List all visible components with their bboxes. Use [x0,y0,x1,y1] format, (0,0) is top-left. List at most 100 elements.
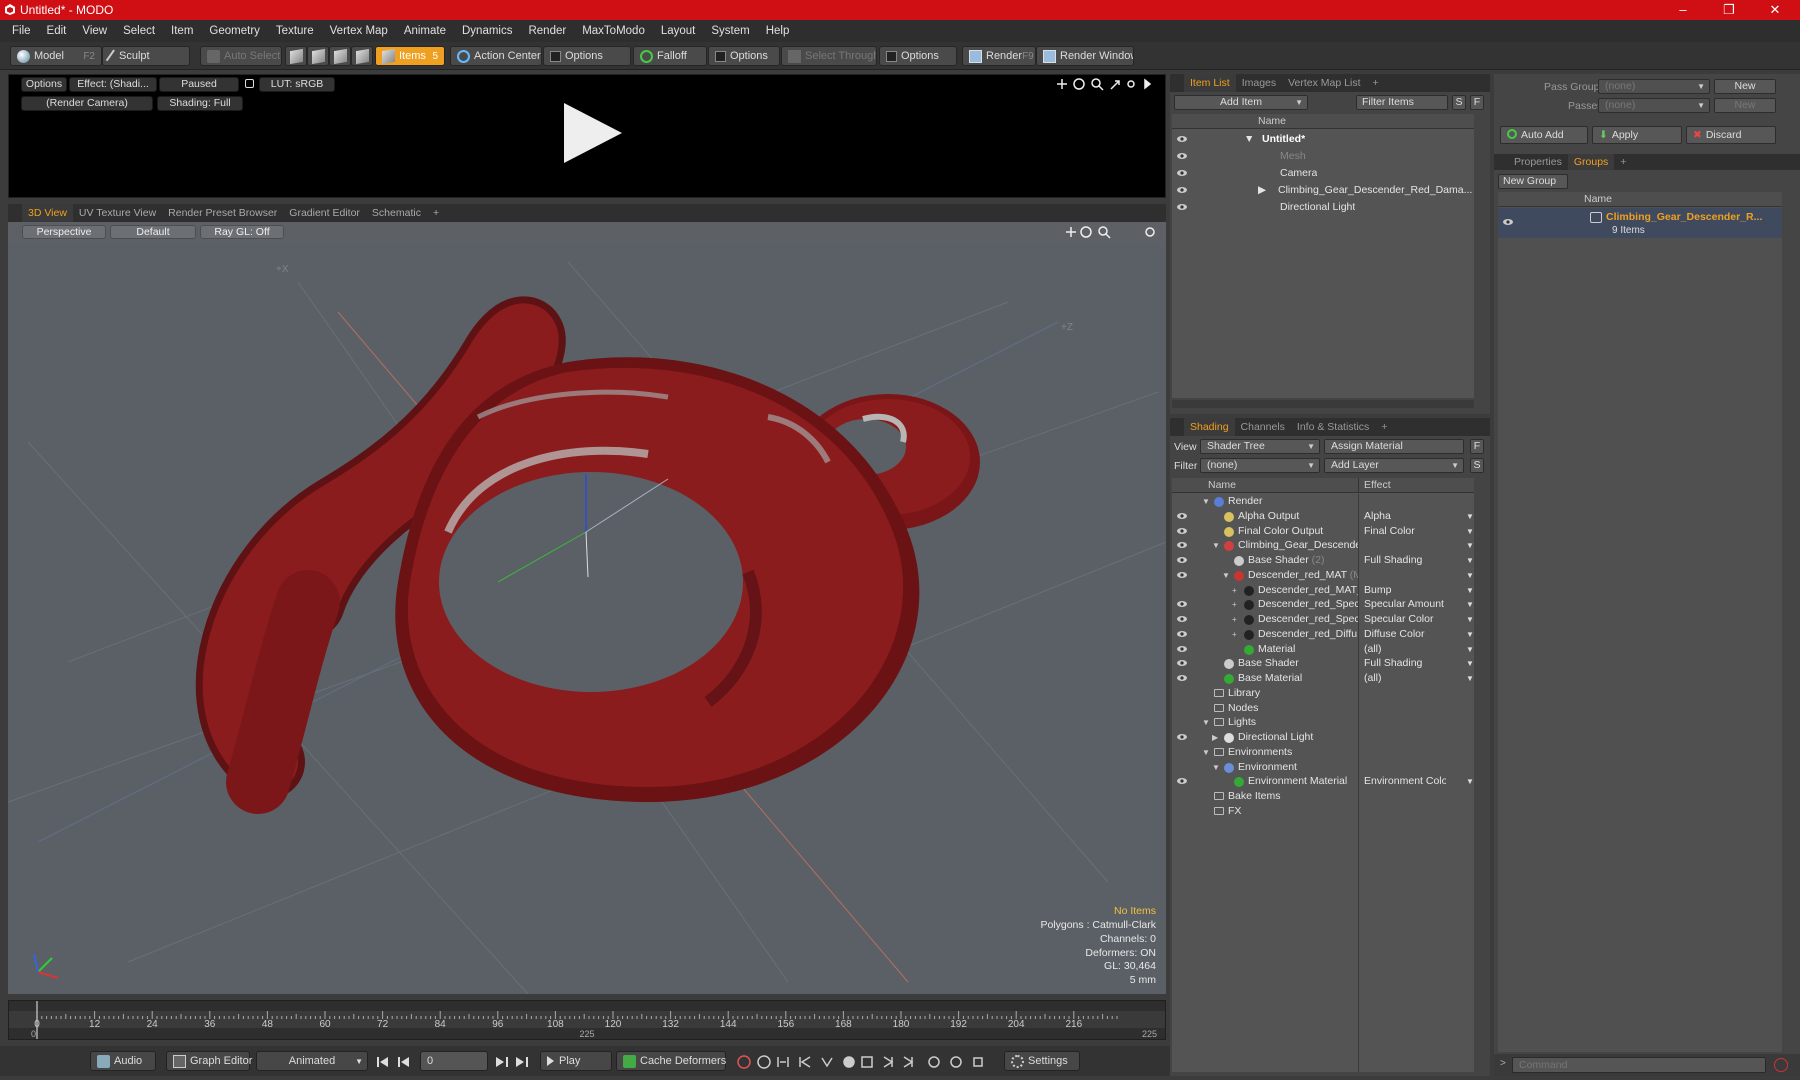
menu-animate[interactable]: Animate [396,25,454,37]
items-mode-button[interactable]: Items 5 [375,46,445,66]
minimize-button[interactable]: – [1660,0,1706,20]
chevron-down-icon[interactable]: ▼ [1466,524,1474,539]
eye-icon[interactable] [1176,658,1188,668]
eye-icon[interactable] [1176,202,1188,212]
shader-row[interactable]: Library [1172,686,1474,701]
eye-icon[interactable] [1176,673,1188,683]
shader-row[interactable]: ▼ Descender_red_MAT (M... ▼ [1172,568,1474,583]
falloff-options-button[interactable]: Options [708,46,780,66]
eye-icon[interactable] [1176,511,1188,521]
shader-row[interactable]: + Descender_red_MAT_... Bump ▼ [1172,583,1474,598]
shader-row[interactable]: + Descender_red_Diffu ... Diffuse Color ▼ [1172,627,1474,642]
menu-select[interactable]: Select [115,25,163,37]
expand-arrow-icon[interactable]: ▶ [1258,182,1266,199]
shader-row[interactable]: ▼ Environments [1172,745,1474,760]
timeline[interactable]: 0 12 24 36 48 60 72 84 96 108 120 132 144 156 168 180 19… [8,1000,1166,1040]
command-input[interactable] [1512,1057,1766,1073]
assign-material-button[interactable]: Assign Material [1324,439,1464,454]
shader-row[interactable]: Environment Material Environment Color ▼ [1172,774,1474,789]
tab-images[interactable]: Images [1236,74,1282,92]
passes-dropdown[interactable]: (none) ▼ [1598,98,1710,113]
expand-arrow-icon[interactable]: + [1232,612,1237,627]
chevron-down-icon[interactable]: ▼ [1466,538,1474,553]
shader-row[interactable]: Bake Items [1172,789,1474,804]
chevron-down-icon[interactable]: ▼ [1466,597,1474,612]
materials-mode-button[interactable] [351,46,373,66]
menu-vertex-map[interactable]: Vertex Map [322,25,396,37]
add-tab-button[interactable]: + [427,204,445,222]
s-toggle-button[interactable]: S [1452,95,1466,110]
close-button[interactable]: ✕ [1752,0,1798,20]
chevron-down-icon[interactable]: ▼ [1466,671,1474,686]
tab-shading[interactable]: Shading [1184,418,1235,436]
tab-gradient-editor[interactable]: Gradient Editor [283,204,366,222]
expand-arrow-icon[interactable]: ▼ [1202,494,1210,509]
expand-arrow-icon[interactable]: + [1232,597,1237,612]
tab-channels[interactable]: Channels [1235,418,1291,436]
expand-arrow-icon[interactable]: ▼ [1212,760,1220,775]
shader-row[interactable]: ▼ Climbing_Gear_Descender ... ▼ [1172,538,1474,553]
eye-icon[interactable] [1176,570,1188,580]
command-history-icon[interactable] [1774,1058,1788,1072]
render-button[interactable]: Render F9 [962,46,1036,66]
shader-row[interactable]: ▶ Directional Light [1172,730,1474,745]
add-tab-button[interactable]: + [1375,418,1393,436]
discard-button[interactable]: ✖ Discard [1686,126,1776,144]
cache-deformers-button[interactable]: Cache Deformers [616,1051,726,1071]
render-window-button[interactable]: Render Window [1036,46,1134,66]
chevron-down-icon[interactable]: ▼ [1466,774,1474,789]
auto-select-button[interactable]: Auto Select [200,46,282,66]
graph-editor-button[interactable]: Graph Editor [166,1051,252,1071]
chevron-down-icon[interactable]: ▼ [1466,583,1474,598]
menu-item[interactable]: Item [163,25,201,37]
menu-system[interactable]: System [703,25,757,37]
add-tab-button[interactable]: + [1614,154,1632,170]
add-item-dropdown[interactable]: Add Item ▼ [1174,95,1308,110]
chevron-down-icon[interactable]: ▼ [1466,553,1474,568]
expand-arrow-icon[interactable]: ▼ [1244,131,1254,148]
horizontal-scrollbar[interactable] [1172,400,1474,408]
tab-render-preset-browser[interactable]: Render Preset Browser [162,204,283,222]
animated-dropdown[interactable]: Animated ▼ [256,1051,368,1071]
eye-icon[interactable] [1176,168,1188,178]
filter-dropdown[interactable]: (none) ▼ [1200,458,1320,473]
list-item[interactable]: ▼ Untitled* [1172,131,1474,148]
eye-icon[interactable] [1176,614,1188,624]
menu-edit[interactable]: Edit [39,25,75,37]
sculpt-mode-button[interactable]: Sculpt [102,46,190,66]
maximize-button[interactable]: ❐ [1706,0,1752,20]
eye-icon[interactable] [1176,540,1188,550]
chevron-down-icon[interactable]: ▼ [1466,612,1474,627]
expand-arrow-icon[interactable]: + [1232,583,1237,598]
apply-button[interactable]: ⬇ Apply [1592,126,1682,144]
select-through-button[interactable]: Select Through [781,46,877,66]
shader-row[interactable]: + Descender_red_Spec ... Specular Color ▼ [1172,612,1474,627]
tab-item-list[interactable]: Item List [1184,74,1236,92]
shader-row[interactable]: Base Shader (2) Full Shading ▼ [1172,553,1474,568]
shader-row[interactable]: Base Shader Full Shading ▼ [1172,656,1474,671]
polygons-mode-button[interactable] [329,46,351,66]
f-toggle-button[interactable]: F [1470,95,1484,110]
shader-row[interactable]: + Descender_red_Spec ... Specular Amount ▼ [1172,597,1474,612]
play-button[interactable]: Play [540,1051,612,1071]
preview-effect-dropdown[interactable]: Effect: (Shadi... [69,77,157,92]
shader-tree-dropdown[interactable]: Shader Tree ▼ [1200,439,1320,454]
shading-dropdown[interactable]: Shading: Full [157,96,243,111]
transport-back-icons[interactable] [376,1056,420,1068]
eye-icon[interactable] [1176,629,1188,639]
settings-button[interactable]: Settings [1004,1051,1080,1071]
expand-arrow-icon[interactable]: ▼ [1202,745,1210,760]
preview-nav-icons[interactable] [1055,77,1161,91]
eye-icon[interactable] [1176,732,1188,742]
frame-input[interactable]: 0 [420,1051,488,1071]
animation-tool-icons[interactable] [734,1054,1004,1070]
menu-layout[interactable]: Layout [653,25,704,37]
tab-schematic[interactable]: Schematic [366,204,427,222]
eye-icon[interactable] [1176,526,1188,536]
expand-arrow-icon[interactable]: ▼ [1202,715,1210,730]
list-item[interactable]: Directional Light [1172,199,1474,216]
expand-arrow-icon[interactable]: ▶ [1212,730,1218,745]
pass-groups-dropdown[interactable]: (none) ▼ [1598,79,1710,94]
menu-help[interactable]: Help [758,25,798,37]
chevron-down-icon[interactable]: ▼ [1466,656,1474,671]
